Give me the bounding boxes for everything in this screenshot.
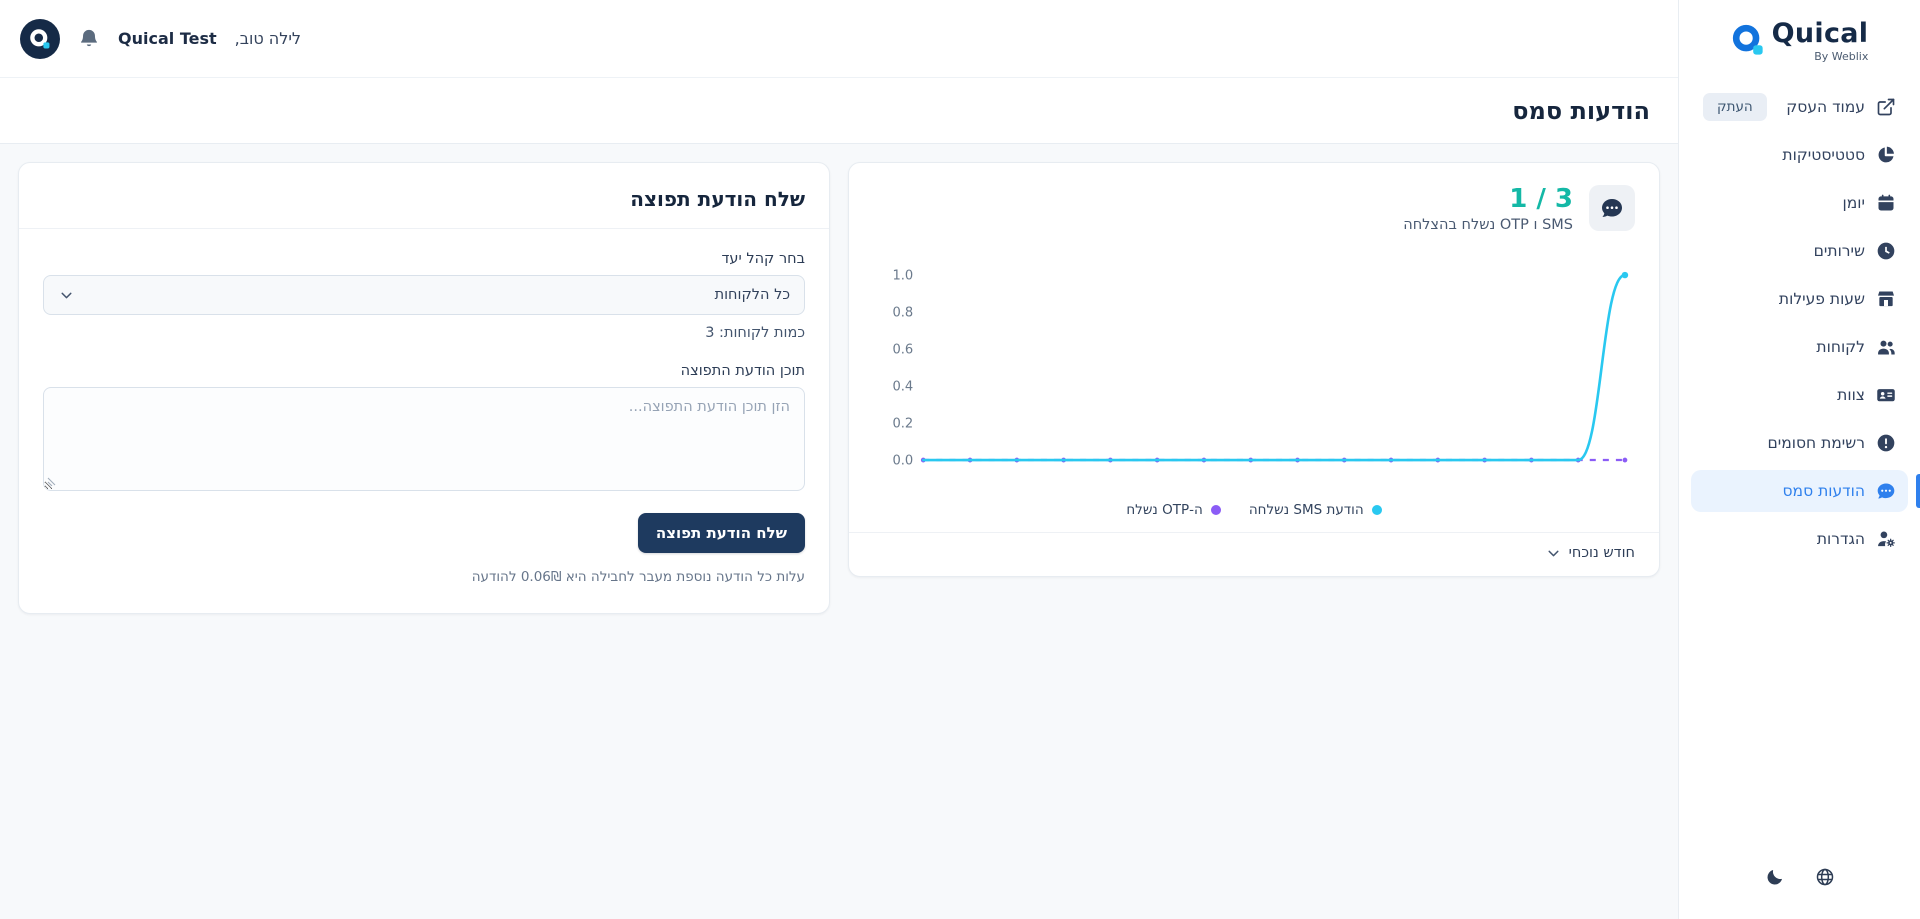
message-input[interactable] (43, 387, 805, 491)
cost-footnote: עלות כל הודעה נוספת מעבר לחבילה היא 0.06… (471, 569, 805, 585)
audience-select[interactable]: כל הלקוחות (43, 275, 805, 315)
period-label: חודש נוכחי (1568, 545, 1635, 562)
globe-icon (1815, 867, 1835, 887)
audience-label: בחר קהל יעד (721, 251, 806, 267)
chevron-down-icon (1545, 545, 1562, 562)
message-input-wrap (43, 387, 805, 491)
form-title: שלח הודעת תפוצה (630, 187, 805, 211)
user-gear-icon (1876, 529, 1896, 549)
language-button[interactable] (1807, 859, 1843, 895)
topbar: לילה טוב, Quical Test (0, 0, 1678, 78)
id-card-icon (1876, 385, 1896, 405)
sidebar-item-customers[interactable]: לקוחות (1691, 326, 1908, 368)
submit-row: שלח הודעת תפוצה (43, 513, 805, 553)
sidebar: Quical By Weblix עמוד העסק העתק סטטיסטיקות… (1678, 0, 1920, 919)
greeting-text: לילה טוב, (234, 29, 301, 48)
sidebar-item-label: צוות (1837, 386, 1865, 404)
stats-header: 1 / 3 SMS ו OTP נשלח בהצלחה (873, 185, 1635, 233)
sidebar-item-label: שעות פעילות (1778, 290, 1865, 308)
page-title: הודעות סמס (1512, 96, 1650, 125)
sidebar-item-label: הגדרות (1816, 530, 1865, 548)
legend-item: הודעת SMS נשלחה (1249, 502, 1382, 518)
legend-label: ה-OTP נשלח (1126, 501, 1203, 518)
period-select[interactable]: חודש נוכחי (1545, 545, 1635, 562)
avatar[interactable] (20, 18, 60, 59)
moon-icon (1765, 867, 1785, 887)
alert-circle-icon (1876, 433, 1896, 453)
audience-select-value: כל הלקוחות (714, 287, 790, 303)
sidebar-item-label: סטטיסטיקות (1782, 146, 1865, 164)
sidebar-item-label: לקוחות (1816, 338, 1865, 356)
sms-line-chart: 1.0 0.8 0.6 0.4 0.2 0.0 (873, 261, 1635, 494)
sms-count: 1 / 3 (1509, 184, 1573, 214)
sidebar-footer (1679, 839, 1920, 919)
external-link-icon (1876, 97, 1896, 117)
page-title-bar: הודעות סמס (0, 78, 1678, 144)
message-label: תוכן הודעת התפוצה (680, 363, 805, 379)
account-name: Quical Test (118, 29, 217, 48)
brand: Quical By Weblix (1679, 0, 1920, 73)
cards-row: 1 / 3 SMS ו OTP נשלח בהצלחה 1.0 0.8 0.6 0.4… (18, 162, 1660, 614)
sidebar-item-label: עמוד העסק (1786, 98, 1865, 116)
svg-text:0.4: 0.4 (892, 379, 913, 394)
sidebar-item-business-hours[interactable]: שעות פעילות (1691, 278, 1908, 320)
notifications-bell-icon[interactable] (78, 28, 100, 50)
sidebar-item-label: רשימת חסומים (1767, 434, 1865, 452)
app-root: Quical By Weblix עמוד העסק העתק סטטיסטיקות… (0, 0, 1920, 919)
brand-byline: By Weblix (1814, 50, 1869, 63)
chart-legend: הודעת SMS נשלחה ה-OTP נשלח (873, 502, 1635, 518)
sidebar-item-sms-messages[interactable]: הודעות סמס (1691, 470, 1920, 512)
content: 1 / 3 SMS ו OTP נשלח בהצלחה 1.0 0.8 0.6 0.4… (0, 144, 1678, 919)
sidebar-item-settings[interactable]: הגדרות (1691, 518, 1908, 560)
sms-count-subtitle: SMS ו OTP נשלח בהצלחה (1403, 216, 1573, 233)
svg-text:0.0: 0.0 (892, 453, 913, 468)
broadcast-form-card: שלח הודעת תפוצה בחר קהל יעד כל הלקוחות כ… (18, 162, 830, 614)
sidebar-item-business-page[interactable]: עמוד העסק העתק (1691, 86, 1908, 128)
svg-text:0.8: 0.8 (892, 305, 913, 320)
chat-icon (1876, 481, 1896, 501)
quical-logo-icon (29, 28, 51, 50)
legend-dot-icon (1210, 504, 1221, 515)
quical-logo-icon (1731, 23, 1765, 57)
legend-dot-icon (1371, 504, 1382, 515)
send-broadcast-button[interactable]: שלח הודעת תפוצה (637, 513, 805, 553)
svg-text:0.2: 0.2 (892, 416, 913, 431)
copy-business-page-button[interactable]: העתק (1703, 93, 1767, 121)
storefront-icon (1876, 289, 1896, 309)
chart-card-footer: חודש נוכחי (849, 531, 1659, 576)
sidebar-item-label: הודעות סמס (1782, 482, 1866, 500)
brand-name: Quical (1771, 18, 1869, 49)
pie-chart-icon (1876, 145, 1896, 165)
chat-icon (1589, 185, 1635, 231)
legend-label: הודעת SMS נשלחה (1248, 501, 1364, 518)
sms-stats-card: 1 / 3 SMS ו OTP נשלח בהצלחה 1.0 0.8 0.6 0.4… (848, 162, 1660, 577)
sidebar-item-label: יומן (1842, 194, 1865, 212)
main: לילה טוב, Quical Test הודעות סמס 1 / 3 S… (0, 0, 1678, 919)
sidebar-item-calendar[interactable]: יומן (1691, 182, 1908, 224)
sidebar-item-team[interactable]: צוות (1691, 374, 1908, 416)
svg-text:0.6: 0.6 (892, 342, 913, 357)
calendar-icon (1876, 193, 1896, 213)
dark-mode-button[interactable] (1757, 859, 1793, 895)
users-icon (1876, 337, 1896, 357)
sidebar-nav: עמוד העסק העתק סטטיסטיקות יומן שירותים שעות פ… (1679, 73, 1920, 573)
sidebar-item-label: שירותים (1813, 242, 1865, 260)
clock-icon (1876, 241, 1896, 261)
sidebar-item-services[interactable]: שירותים (1691, 230, 1908, 272)
sidebar-item-blocked-list[interactable]: רשימת חסומים (1691, 422, 1908, 464)
divider (19, 228, 829, 229)
chevron-down-icon (58, 287, 75, 304)
audience-count: כמות לקוחות: 3 (705, 325, 805, 341)
legend-item: ה-OTP נשלח (1126, 501, 1221, 518)
svg-text:1.0: 1.0 (892, 268, 913, 283)
sidebar-item-statistics[interactable]: סטטיסטיקות (1691, 134, 1908, 176)
